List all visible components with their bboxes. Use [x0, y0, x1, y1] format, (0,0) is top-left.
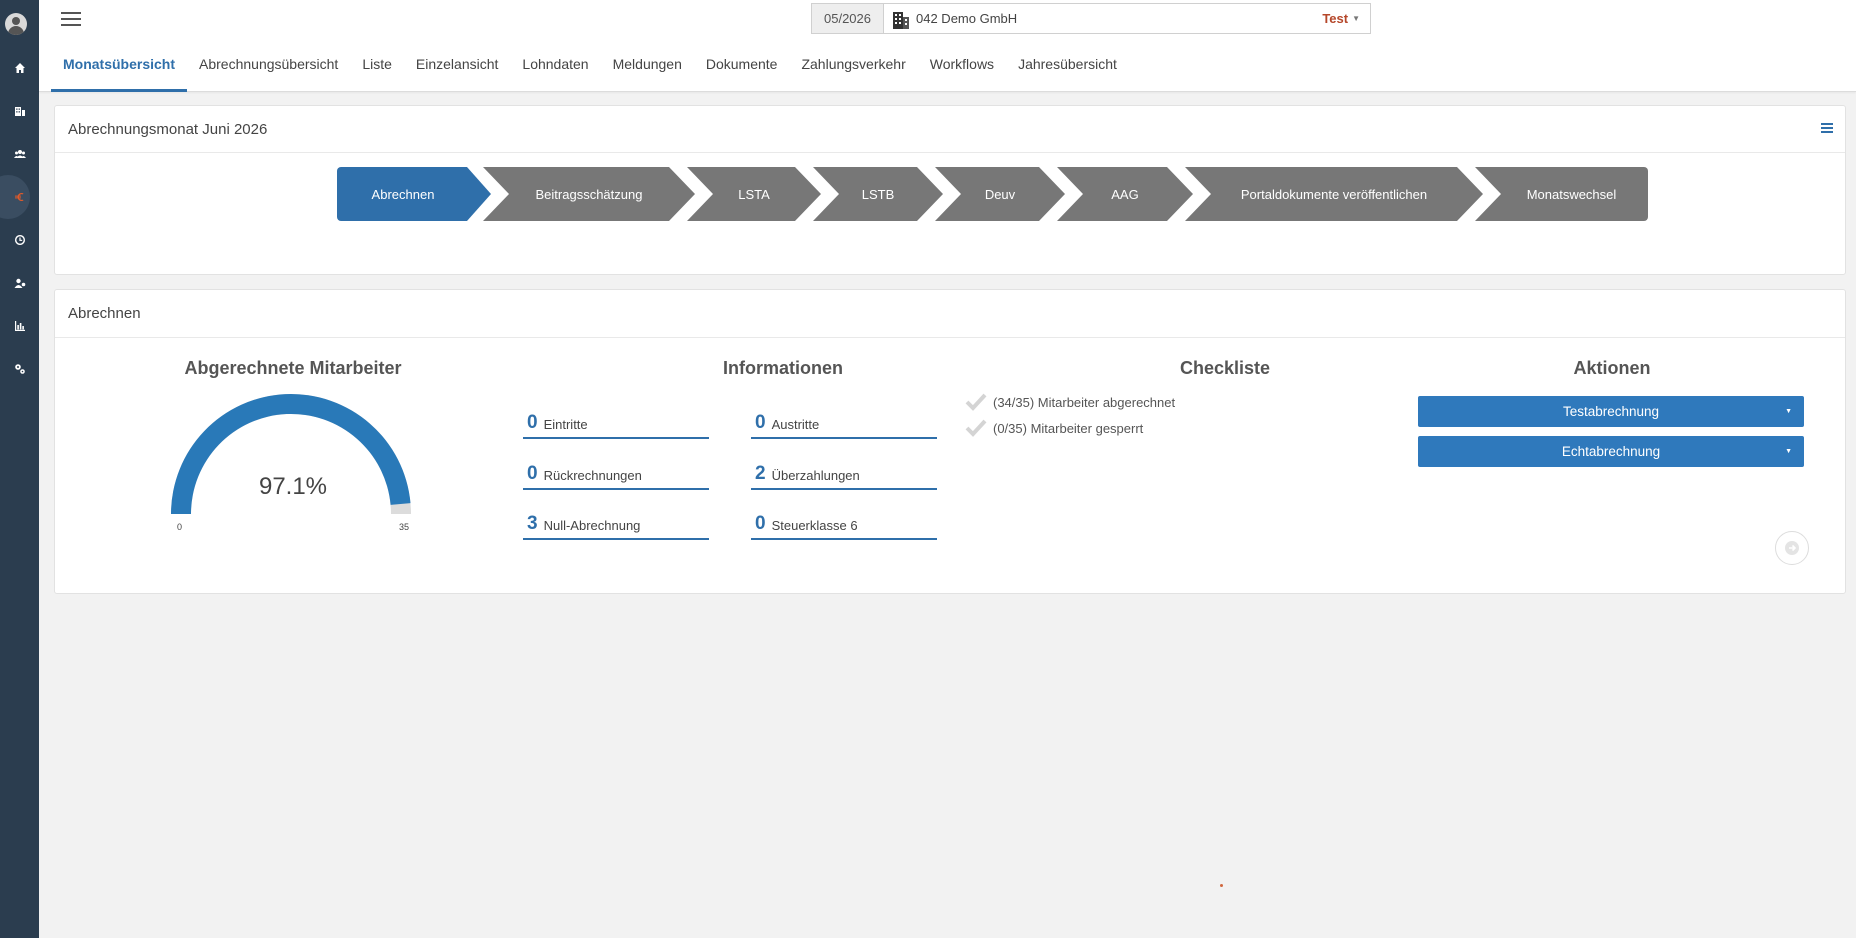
company-name: 042 Demo GmbH [916, 11, 1018, 26]
button-label: Testabrechnung [1562, 404, 1660, 419]
tab-abrechnungsuebersicht[interactable]: Abrechnungsübersicht [187, 50, 350, 92]
info-rueckrechnungen[interactable]: 0 Rückrechnungen [523, 454, 709, 490]
info-count: 0 [527, 412, 538, 433]
step-lsta[interactable]: LSTA [687, 167, 821, 221]
echtabrechnung-button[interactable]: Echtabrechnung ▼ [1418, 436, 1804, 467]
users-icon[interactable] [0, 139, 39, 169]
checklist-item: (0/35) Mitarbeiter gesperrt [965, 419, 1143, 437]
step-label: Portaldokumente veröffentlichen [1240, 186, 1428, 202]
caret-down-icon[interactable]: ▼ [1785, 408, 1792, 415]
check-icon [965, 419, 987, 437]
actions-title: Aktionen [1573, 358, 1651, 378]
company-building-icon [893, 11, 909, 29]
checklist-title: Checkliste [1179, 358, 1271, 378]
info-label: Rückrechnungen [543, 468, 642, 483]
company-selector[interactable]: 042 Demo GmbH [884, 4, 1322, 33]
gauge-title: Abgerechnete Mitarbeiter [184, 358, 402, 378]
info-count: 0 [755, 412, 766, 433]
panel-menu-icon[interactable] [1821, 123, 1833, 133]
info-label: Null-Abrechnung [543, 518, 641, 533]
abrechnen-panel: Abrechnen Abgerechnete Mitarbeiter 97.1%… [54, 289, 1846, 594]
step-aag[interactable]: AAG [1057, 167, 1193, 221]
step-lstb[interactable]: LSTB [813, 167, 943, 221]
step-label: Deuv [984, 186, 1016, 202]
info-title: Informationen [723, 358, 843, 378]
chart-icon[interactable] [0, 311, 39, 341]
caret-down-icon: ▼ [1352, 14, 1360, 23]
step-portaldokumente[interactable]: Portaldokumente veröffentlichen [1185, 167, 1483, 221]
info-austritte[interactable]: 0 Austritte [751, 403, 937, 439]
next-arrow-icon[interactable] [1775, 531, 1809, 565]
step-monatswechsel[interactable]: Monatswechsel [1475, 167, 1648, 221]
info-count: 3 [527, 513, 538, 534]
tab-lohndaten[interactable]: Lohndaten [510, 50, 600, 92]
info-label: Steuerklasse 6 [771, 518, 858, 533]
info-eintritte[interactable]: 0 Eintritte [523, 403, 709, 439]
user-avatar[interactable] [5, 13, 27, 35]
main-tabs: Monatsübersicht Abrechnungsübersicht Lis… [51, 50, 1129, 92]
gauge-min: 0 [177, 522, 183, 532]
building-icon[interactable] [0, 96, 39, 126]
info-steuerklasse-6[interactable]: 0 Steuerklasse 6 [751, 504, 937, 540]
step-label: Monatswechsel [1526, 186, 1617, 202]
environment-dropdown[interactable]: Test ▼ [1322, 4, 1370, 33]
info-count: 2 [755, 463, 766, 484]
button-label: Echtabrechnung [1561, 444, 1661, 459]
check-icon [965, 393, 987, 411]
tab-liste[interactable]: Liste [350, 50, 404, 92]
step-label: Beitragsschätzung [535, 186, 643, 202]
sidebar [0, 0, 39, 938]
info-label: Überzahlungen [771, 468, 860, 483]
employees-gauge: 97.1% 0 35 [163, 390, 423, 532]
decorative-dot [1220, 884, 1223, 887]
gauge-max: 35 [399, 522, 410, 532]
gauge-chart [171, 394, 411, 514]
user-settings-icon[interactable] [0, 268, 39, 298]
environment-label: Test [1322, 11, 1349, 26]
info-label: Austritte [771, 417, 820, 432]
process-panel-title: Abrechnungsmonat Juni 2026 [55, 106, 1845, 153]
info-count: 0 [755, 513, 766, 534]
tab-dokumente[interactable]: Dokumente [694, 50, 790, 92]
caret-down-icon[interactable]: ▼ [1785, 448, 1792, 455]
tab-monatsuebersicht[interactable]: Monatsübersicht [51, 50, 188, 92]
clock-icon[interactable] [0, 225, 39, 255]
abrechnen-panel-title: Abrechnen [55, 290, 1845, 338]
info-count: 0 [527, 463, 538, 484]
euro-icon[interactable] [0, 175, 39, 219]
process-steps: Abrechnen Beitragsschätzung LSTA LSTB De… [337, 167, 1648, 221]
info-label: Eintritte [543, 417, 588, 432]
home-icon[interactable] [0, 53, 39, 83]
step-label: AAG [1111, 186, 1139, 202]
info-ueberzahlungen[interactable]: 2 Überzahlungen [751, 454, 937, 490]
top-header: 05/2026 042 Demo GmbH Test ▼ Monatsübers… [39, 0, 1856, 92]
tab-workflows[interactable]: Workflows [918, 50, 1006, 92]
info-null-abrechnung[interactable]: 3 Null-Abrechnung [523, 504, 709, 540]
tab-meldungen[interactable]: Meldungen [601, 50, 694, 92]
month-selector[interactable]: 05/2026 [812, 4, 884, 33]
process-panel: Abrechnungsmonat Juni 2026 Abrechnen Bei… [54, 105, 1846, 275]
step-label: LSTA [738, 186, 770, 202]
step-deuv[interactable]: Deuv [935, 167, 1065, 221]
gauge-value: 97.1% [258, 473, 328, 500]
step-label: LSTB [861, 186, 895, 202]
step-label: Abrechnen [371, 186, 435, 202]
context-selector[interactable]: 05/2026 042 Demo GmbH Test ▼ [811, 3, 1371, 34]
step-abrechnen[interactable]: Abrechnen [337, 167, 491, 221]
cogs-icon[interactable] [0, 354, 39, 384]
tab-zahlungsverkehr[interactable]: Zahlungsverkehr [789, 50, 917, 92]
tab-jahresuebersicht[interactable]: Jahresübersicht [1006, 50, 1129, 92]
tab-einzelansicht[interactable]: Einzelansicht [404, 50, 511, 92]
menu-toggle-icon[interactable] [61, 12, 81, 26]
testabrechnung-button[interactable]: Testabrechnung ▼ [1418, 396, 1804, 427]
checklist-label: (0/35) Mitarbeiter gesperrt [993, 420, 1144, 436]
checklist-item: (34/35) Mitarbeiter abgerechnet [965, 393, 1175, 411]
checklist-label: (34/35) Mitarbeiter abgerechnet [993, 394, 1176, 410]
step-beitragsschaetzung[interactable]: Beitragsschätzung [483, 167, 695, 221]
